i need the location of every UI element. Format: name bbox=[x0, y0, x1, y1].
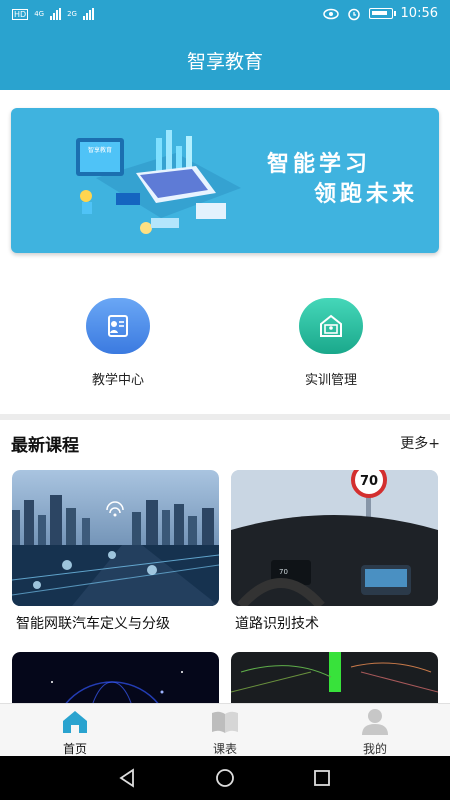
section-divider bbox=[0, 414, 450, 420]
clock: 10:56 bbox=[400, 6, 438, 21]
svg-text:70: 70 bbox=[279, 568, 288, 576]
eye-icon bbox=[322, 8, 339, 19]
quick-action-training-management[interactable]: 实训管理 bbox=[271, 298, 391, 388]
course-card[interactable]: 智能网联汽车定义与分级 bbox=[12, 470, 219, 633]
bottom-tab-bar: 首页 课表 我的 bbox=[0, 703, 450, 756]
book-icon bbox=[150, 707, 300, 737]
banner-subheadline: 领跑未来 bbox=[314, 182, 419, 207]
tab-label: 首页 bbox=[62, 742, 87, 756]
signal-icon bbox=[50, 8, 62, 20]
banner-headline: 智能学习 bbox=[267, 152, 372, 177]
banner-illustration: 智享教育 bbox=[76, 130, 241, 234]
teaching-center-icon bbox=[86, 298, 150, 354]
network-indicators: HD 4G 2G bbox=[12, 8, 94, 20]
network-label-1: 4G bbox=[34, 10, 45, 18]
battery-icon bbox=[368, 8, 396, 19]
tab-home[interactable]: 首页 bbox=[0, 704, 150, 756]
course-card[interactable]: 70 70 道路识别技术 bbox=[231, 470, 438, 633]
course-title: 道路识别技术 bbox=[235, 616, 319, 632]
app-header: 智享教育 bbox=[0, 30, 450, 90]
status-right: 10:56 bbox=[322, 6, 438, 21]
network-label-2: 2G bbox=[67, 10, 77, 18]
hd-badge: HD bbox=[12, 8, 29, 20]
course-title: 智能网联汽车定义与分级 bbox=[16, 616, 170, 632]
back-icon[interactable] bbox=[118, 768, 138, 788]
training-management-icon bbox=[299, 298, 363, 354]
status-bar: HD 4G 2G 10:56 bbox=[0, 0, 450, 30]
user-icon bbox=[300, 707, 450, 737]
section-title: 最新课程 bbox=[11, 436, 79, 456]
hero-banner[interactable]: 智享教育 智能学习 领跑未来 bbox=[11, 108, 439, 253]
system-nav-bar bbox=[0, 756, 450, 800]
banner-screen-caption: 智享教育 bbox=[88, 146, 112, 154]
more-courses-link[interactable]: 更多+ bbox=[400, 433, 440, 453]
course-thumbnail: 70 70 bbox=[231, 470, 438, 606]
course-thumbnail bbox=[12, 470, 219, 606]
quick-action-label: 教学中心 bbox=[91, 373, 144, 388]
home-icon bbox=[0, 707, 150, 737]
tab-schedule[interactable]: 课表 bbox=[150, 704, 300, 756]
tab-label: 课表 bbox=[212, 742, 237, 756]
page-title: 智享教育 bbox=[186, 50, 263, 73]
alarm-icon bbox=[347, 8, 360, 20]
home-nav-icon[interactable] bbox=[215, 768, 235, 788]
speed-sign-text: 70 bbox=[360, 474, 378, 489]
recents-icon[interactable] bbox=[312, 768, 332, 788]
signal-icon-2 bbox=[82, 8, 94, 20]
tab-profile[interactable]: 我的 bbox=[300, 704, 450, 756]
quick-action-label: 实训管理 bbox=[304, 373, 357, 388]
tab-label: 我的 bbox=[362, 742, 387, 756]
quick-action-teaching-center[interactable]: 教学中心 bbox=[58, 298, 178, 388]
